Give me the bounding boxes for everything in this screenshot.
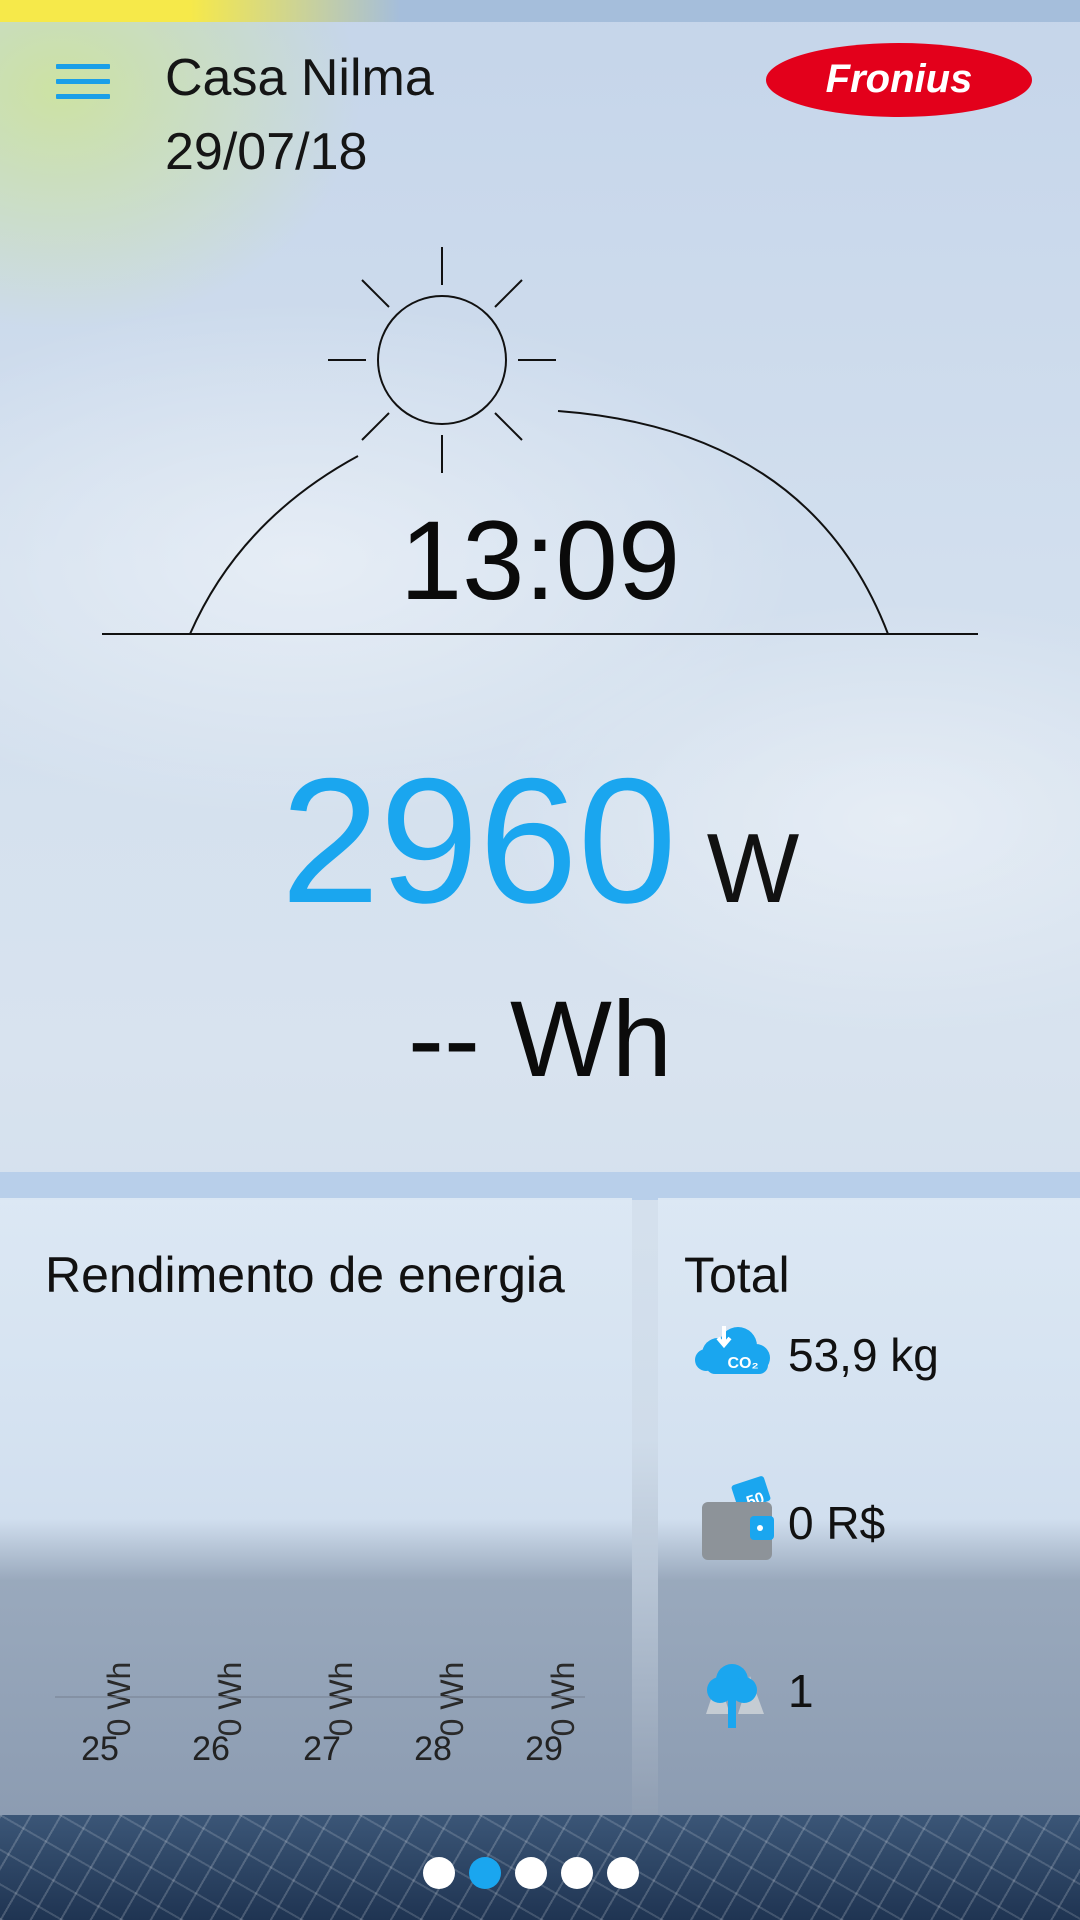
co2-value: 53,9 kg — [788, 1329, 939, 1381]
page-dot[interactable] — [561, 1857, 593, 1889]
yield-day-column: 0 Wh 27 — [287, 1598, 359, 1798]
yield-day-value: 0 Wh — [101, 1661, 137, 1737]
total-panel[interactable]: Total CO₂ 53,9 kg 50 0 R$ 1 — [658, 1198, 1080, 1815]
money-value: 0 R$ — [788, 1497, 886, 1549]
yield-day-label: 27 — [303, 1730, 341, 1768]
wallet-money-icon: 50 — [702, 1476, 774, 1560]
sun-icon — [377, 295, 507, 425]
hamburger-menu-icon[interactable] — [52, 60, 114, 104]
page-dot[interactable] — [515, 1857, 547, 1889]
panel-divider — [0, 1172, 1080, 1200]
yield-day-label: 26 — [192, 1730, 230, 1768]
page-dot[interactable] — [423, 1857, 455, 1889]
status-strip — [0, 0, 1080, 22]
yield-day-column: 0 Wh 29 — [509, 1598, 581, 1798]
logo-text: Fronius — [826, 57, 973, 101]
power-value: 2960 — [280, 741, 677, 940]
yield-day-value: 0 Wh — [323, 1661, 359, 1737]
money-saved-row: 50 0 R$ — [688, 1476, 1068, 1566]
site-date: 29/07/18 — [165, 123, 368, 181]
page-dot[interactable] — [607, 1857, 639, 1889]
power-unit: W — [706, 813, 800, 923]
yield-day-value: 0 Wh — [545, 1661, 581, 1737]
trees-value: 1 — [788, 1665, 814, 1717]
yield-day-label: 25 — [81, 1730, 119, 1768]
trees-saved-row: 1 — [688, 1644, 1068, 1734]
current-time: 13:09 — [399, 498, 681, 623]
total-panel-title: Total — [684, 1247, 790, 1303]
energy-yield-panel[interactable]: Rendimento de energia 0 Wh 25 0 Wh 26 0 … — [0, 1198, 632, 1815]
svg-text:CO₂: CO₂ — [727, 1355, 758, 1372]
yield-day-label: 28 — [414, 1730, 452, 1768]
page-dot-active[interactable] — [469, 1857, 501, 1889]
yield-panel-title: Rendimento de energia — [45, 1247, 565, 1303]
tree-icon — [706, 1664, 764, 1728]
site-title: Casa Nilma — [165, 49, 434, 107]
daily-energy: -- Wh — [408, 978, 672, 1099]
current-power: 2960 W — [0, 752, 1080, 930]
chart-axis-line — [55, 1696, 585, 1698]
yield-day-column: 0 Wh 25 — [65, 1598, 137, 1798]
yield-day-value: 0 Wh — [434, 1661, 470, 1737]
yield-day-column: 0 Wh 26 — [176, 1598, 248, 1798]
co2-saved-row: CO₂ 53,9 kg — [688, 1308, 1068, 1398]
fronius-logo: Fronius — [766, 43, 1032, 117]
yield-day-column: 0 Wh 28 — [398, 1598, 470, 1798]
yield-day-label: 29 — [525, 1730, 563, 1768]
yield-day-value: 0 Wh — [212, 1661, 248, 1737]
co2-cloud-icon: CO₂ — [695, 1326, 770, 1374]
page-indicator — [420, 1857, 660, 1891]
